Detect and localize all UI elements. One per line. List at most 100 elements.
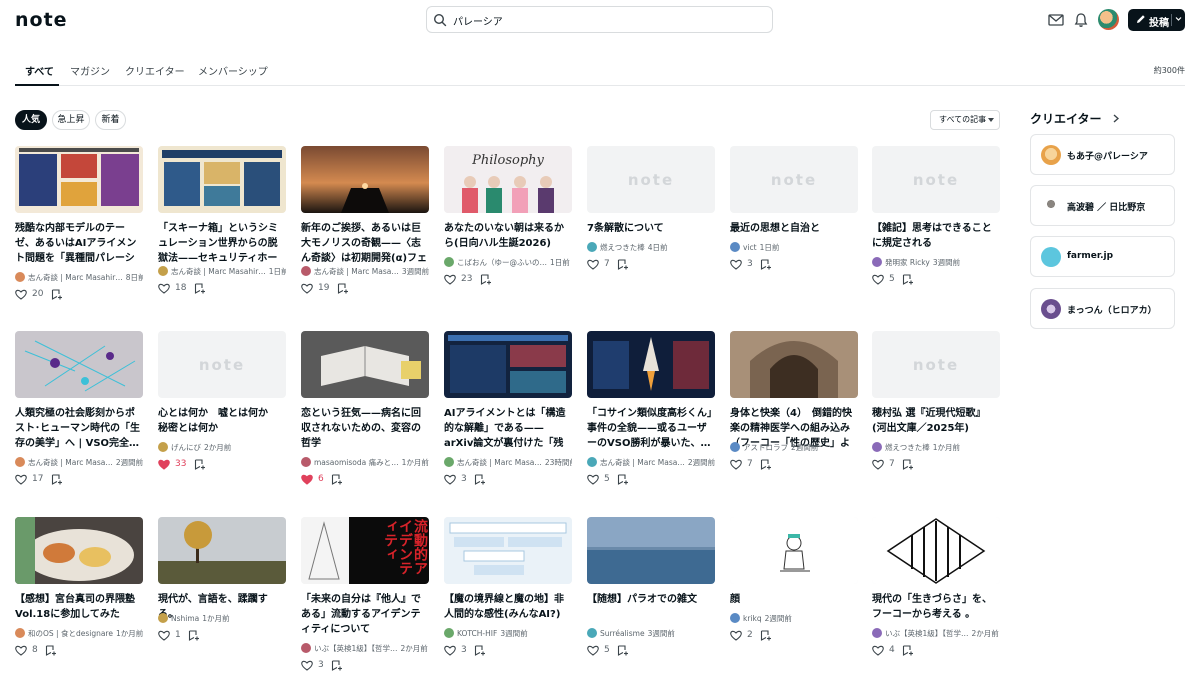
article-card[interactable]: 【魔の境界線と魔の地】非人間的な感性(みんなAI?) KOTCH-HIF 3週間前… (444, 517, 572, 675)
article-title[interactable]: 心とは何か 嘘とは何か 秘密とは何か (158, 406, 286, 436)
author-name[interactable]: KOTCH-HIF (457, 629, 497, 638)
add-to-magazine-icon[interactable] (331, 474, 343, 485)
article-thumbnail[interactable] (158, 146, 286, 213)
author-name[interactable]: いぶ【英検1級】【哲学… (885, 629, 969, 638)
article-card[interactable]: 現代の「生きづらさ」を、 フーコーから考える 。 いぶ【英検1級】【哲学… 2か月… (872, 517, 1000, 675)
heart-filled-icon[interactable] (158, 459, 170, 470)
author-name[interactable]: 和のOS | 食とdesignare (28, 629, 113, 638)
article-card[interactable]: note 心とは何か 嘘とは何か 秘密とは何か げんにび 2か月前 33 (158, 331, 286, 506)
article-card[interactable]: note 7条解散について 燃えつきた棒 4日前 7 (587, 146, 715, 321)
author-avatar[interactable] (15, 272, 25, 282)
article-thumbnail[interactable] (301, 146, 429, 213)
heart-icon[interactable] (15, 474, 27, 485)
heart-icon[interactable] (444, 474, 456, 485)
article-title[interactable]: 「コサイン類似度高杉くん」事件の全貌——或るユーザーのVSO勝利が暴いた、… (587, 406, 715, 451)
author-avatar[interactable] (301, 266, 311, 276)
author-name[interactable]: いぶ【英検1級】【哲学… (314, 644, 398, 653)
article-title[interactable]: 【随想】パラオでの雑文 (587, 592, 715, 607)
article-card[interactable]: 顔 krikq 2週間前 2 (730, 517, 858, 675)
author-name[interactable]: krikq (743, 614, 762, 623)
author-avatar[interactable] (872, 257, 882, 267)
article-title[interactable]: 人類究極の社会彫刻からポスト･ヒューマン時代の「生存の美学」へ | VSO完全… (15, 406, 143, 451)
article-thumbnail[interactable]: note (872, 146, 1000, 213)
search-input[interactable] (453, 10, 753, 30)
article-thumbnail[interactable]: Philosophy (444, 146, 572, 213)
heart-icon[interactable] (15, 645, 27, 656)
author-name[interactable]: 志ん奇談 | Marc Masa… (457, 458, 542, 467)
creators-heading[interactable]: クリエイター (1030, 110, 1119, 127)
author-avatar[interactable] (15, 457, 25, 467)
author-name[interactable]: vict (743, 243, 757, 252)
creator-card[interactable]: farmer.jp (1030, 236, 1175, 277)
add-to-magazine-icon[interactable] (617, 645, 629, 656)
article-card[interactable]: note 穂村弘 選『近現代短歌』(河出文庫／2025年) 燃えつきた棒 1か月前… (872, 331, 1000, 506)
add-to-magazine-icon[interactable] (51, 474, 63, 485)
article-card[interactable]: 流動的アイデンティティ 「未来の自分は『他人』である」流動するアイデンティティに… (301, 517, 429, 675)
author-name[interactable]: 志ん奇談 | Marc Masa… (600, 458, 685, 467)
article-card[interactable]: 身体と快楽（4） 倒錯的快楽の精神医学への組み込み（フーコー「性の歴史」より） … (730, 331, 858, 506)
article-card[interactable]: 人類究極の社会彫刻からポスト･ヒューマン時代の「生存の美学」へ | VSO完全…… (15, 331, 143, 506)
author-name[interactable]: 志ん奇談 | Marc Masahir… (171, 267, 266, 276)
article-card[interactable]: note 【雑記】思考はできることに規定される 発明家 Ricky 3週間前 5 (872, 146, 1000, 321)
add-to-magazine-icon[interactable] (51, 289, 63, 300)
author-name[interactable]: 志ん奇談 | Marc Masahir… (28, 273, 123, 282)
article-card[interactable]: note 最近の思想と自治と vict 1日前 3 (730, 146, 858, 321)
heart-icon[interactable] (158, 283, 170, 294)
article-thumbnail[interactable] (444, 517, 572, 584)
creator-card[interactable]: 高波碧 ／ 日比野京 (1030, 185, 1175, 226)
user-avatar[interactable] (1098, 9, 1119, 30)
article-title[interactable]: 残酷な内部モデルのテーゼ、あるいはAIアライメント問題を「異種間パレーシア」… (15, 221, 143, 266)
author-avatar[interactable] (158, 613, 168, 623)
article-title[interactable]: 【魔の境界線と魔の地】非人間的な感性(みんなAI?) (444, 592, 572, 622)
author-name[interactable]: こばおん（ゆー@ふいの… (457, 258, 547, 267)
author-name[interactable]: げんにび (171, 443, 201, 452)
author-avatar[interactable] (730, 613, 740, 623)
heart-icon[interactable] (587, 259, 599, 270)
note-logo[interactable]: note (15, 9, 68, 31)
add-to-magazine-icon[interactable] (902, 274, 914, 285)
heart-icon[interactable] (730, 459, 742, 470)
author-name[interactable]: アストロラブ (743, 443, 788, 452)
article-thumbnail[interactable]: note (587, 146, 715, 213)
heart-icon[interactable] (730, 259, 742, 270)
author-avatar[interactable] (587, 457, 597, 467)
add-to-magazine-icon[interactable] (760, 630, 772, 641)
article-thumbnail[interactable]: 流動的アイデンティティ (301, 517, 429, 584)
creator-card[interactable]: まっつん（ヒロアカ） (1030, 288, 1175, 329)
add-to-magazine-icon[interactable] (194, 459, 206, 470)
article-card[interactable]: 「スキーナ箱」というシミュレーション世界からの脱獄法——セキュリティホールと… … (158, 146, 286, 321)
heart-icon[interactable] (872, 645, 884, 656)
article-thumbnail[interactable] (301, 331, 429, 398)
article-title[interactable]: 恋という狂気——病名に回収されないための、変容の哲学 (301, 406, 429, 451)
heart-icon[interactable] (587, 645, 599, 656)
author-name[interactable]: 志ん奇談 | Marc Masa… (314, 267, 399, 276)
heart-icon[interactable] (301, 660, 313, 671)
article-title[interactable]: AIアライメントとは「構造的な解離」である——arXiv論文が裏付けた「残酷な内… (444, 406, 572, 451)
add-to-magazine-icon[interactable] (188, 630, 200, 641)
author-name[interactable]: Surréalisme (600, 629, 645, 638)
heart-filled-icon[interactable] (301, 474, 313, 485)
add-to-magazine-icon[interactable] (617, 259, 629, 270)
add-to-magazine-icon[interactable] (617, 474, 629, 485)
article-filter-select[interactable]: すべての記事 (930, 110, 1000, 130)
filter-trending[interactable]: 急上昇 (52, 110, 90, 130)
mail-icon[interactable] (1047, 11, 1065, 29)
article-card[interactable]: 現代が、言語を、蹂躙する。 Nshima 1か月前 1 (158, 517, 286, 675)
author-name[interactable]: 発明家 Ricky (885, 258, 930, 267)
heart-icon[interactable] (15, 289, 27, 300)
article-card[interactable]: 新年のご挨拶、あるいは巨大モノリスの奇観——〈志ん奇談〉は初期開発(α)フェイ…… (301, 146, 429, 321)
author-avatar[interactable] (587, 242, 597, 252)
bell-icon[interactable] (1072, 11, 1090, 29)
tab-membership[interactable]: メンバーシップ (198, 63, 268, 78)
add-to-magazine-icon[interactable] (474, 474, 486, 485)
article-thumbnail[interactable] (15, 331, 143, 398)
add-to-magazine-icon[interactable] (902, 459, 914, 470)
heart-icon[interactable] (444, 645, 456, 656)
article-card[interactable]: 【随想】パラオでの雑文 Surréalisme 3週間前 5 (587, 517, 715, 675)
article-card[interactable]: AIアライメントとは「構造的な解離」である——arXiv論文が裏付けた「残酷な内… (444, 331, 572, 506)
add-to-magazine-icon[interactable] (337, 283, 349, 294)
chevron-down-icon[interactable] (1175, 16, 1182, 22)
article-card[interactable]: 恋という狂気——病名に回収されないための、変容の哲学 masaomisoda 痛… (301, 331, 429, 506)
article-thumbnail[interactable]: note (872, 331, 1000, 398)
tab-magazine[interactable]: マガジン (70, 63, 110, 78)
